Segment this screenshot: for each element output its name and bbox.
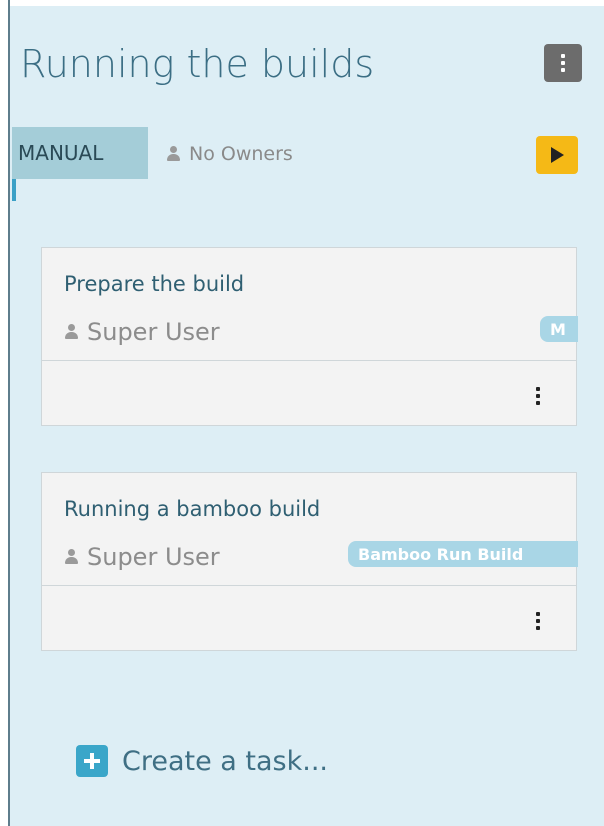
play-icon (550, 147, 564, 163)
task-type-tag: M (540, 316, 578, 342)
task-menu-icon[interactable] (536, 387, 540, 405)
task-assignee: Super User (64, 318, 220, 346)
create-task-button[interactable]: Create a task... (76, 745, 328, 777)
task-card-header: Prepare the build Super User M (42, 248, 578, 361)
task-menu-icon[interactable] (536, 612, 540, 630)
phase-type-accent (12, 179, 16, 201)
vertical-dots-icon (561, 54, 565, 72)
task-assignee: Super User (64, 543, 220, 571)
create-task-label: Create a task... (122, 745, 329, 777)
user-icon (64, 549, 79, 565)
task-assignee-name: Super User (87, 318, 220, 346)
task-title[interactable]: Running a bamboo build (64, 497, 320, 521)
phase-type-badge: MANUAL (12, 127, 148, 179)
start-phase-button[interactable] (536, 136, 578, 174)
plus-icon (76, 745, 108, 777)
task-title[interactable]: Prepare the build (64, 272, 244, 296)
user-icon (166, 146, 181, 162)
task-type-tag: Bamboo Run Build (348, 541, 578, 567)
task-card-footer (42, 361, 576, 425)
user-icon (64, 324, 79, 340)
phase-menu-button[interactable] (544, 44, 582, 82)
phase-title[interactable]: Running the builds (20, 42, 374, 86)
phase-owners[interactable]: No Owners (166, 143, 293, 165)
task-card-footer (42, 586, 576, 650)
task-assignee-name: Super User (87, 543, 220, 571)
task-card-header: Running a bamboo build Super User Bamboo… (42, 473, 578, 586)
task-card[interactable]: Running a bamboo build Super User Bamboo… (41, 472, 578, 651)
task-card[interactable]: Prepare the build Super User M (41, 247, 578, 426)
owners-label: No Owners (189, 143, 293, 165)
